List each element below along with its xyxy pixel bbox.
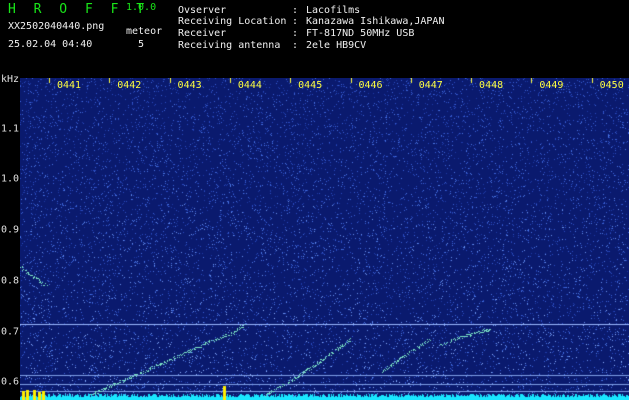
freq-tick-0.6: 0.6 — [1, 376, 20, 388]
time-tick-0444: 0444 — [237, 80, 262, 91]
y-axis-unit: kHz — [1, 74, 20, 85]
time-tick-0445: 0445 — [298, 80, 323, 91]
meteor-count: 5 — [138, 39, 145, 50]
app-version: 1.0.0 — [126, 2, 157, 13]
observer-separator: : — [292, 5, 299, 16]
file-name: XX2502040440.png — [8, 21, 105, 32]
antenna-separator: : — [292, 40, 299, 51]
time-tick-0448: 0448 — [479, 80, 504, 91]
freq-tick-1.1: 1.1 — [1, 123, 20, 135]
meteor-label: meteor — [126, 26, 163, 37]
antenna-label: Receiving antenna — [178, 40, 281, 51]
observer-label: Ovserver — [178, 5, 227, 16]
freq-tick-0.7: 0.7 — [1, 326, 20, 338]
observer-value: Lacofilms — [306, 5, 361, 16]
receiver-separator: : — [292, 28, 299, 39]
spectrogram-waterfall — [20, 78, 629, 400]
time-tick-0441: 0441 — [56, 80, 82, 91]
freq-tick-0.9: 0.9 — [1, 224, 20, 236]
location-separator: : — [292, 16, 299, 27]
time-tick-0450: 0450 — [599, 80, 624, 91]
antenna-value: 2ele HB9CV — [306, 40, 367, 51]
time-tick-0442: 0442 — [117, 80, 142, 91]
receiver-label: Receiver — [178, 28, 227, 39]
time-tick-0449: 0449 — [539, 80, 564, 91]
time-tick-0447: 0447 — [418, 80, 443, 91]
location-value: Kanazawa Ishikawa,JAPAN — [306, 16, 445, 27]
hrofft-window: H R O F F T 1.0.0 XX2502040440.png 25.02… — [0, 0, 629, 400]
freq-tick-0.8: 0.8 — [1, 275, 20, 287]
receiver-value: FT-817ND 50MHz USB — [306, 28, 415, 39]
location-label: Receiving Location — [178, 16, 287, 27]
time-tick-0446: 0446 — [358, 80, 383, 91]
time-tick-0443: 0443 — [177, 80, 202, 91]
date-time: 25.02.04 04:40 — [8, 39, 93, 50]
freq-tick-1.0: 1.0 — [1, 173, 20, 185]
